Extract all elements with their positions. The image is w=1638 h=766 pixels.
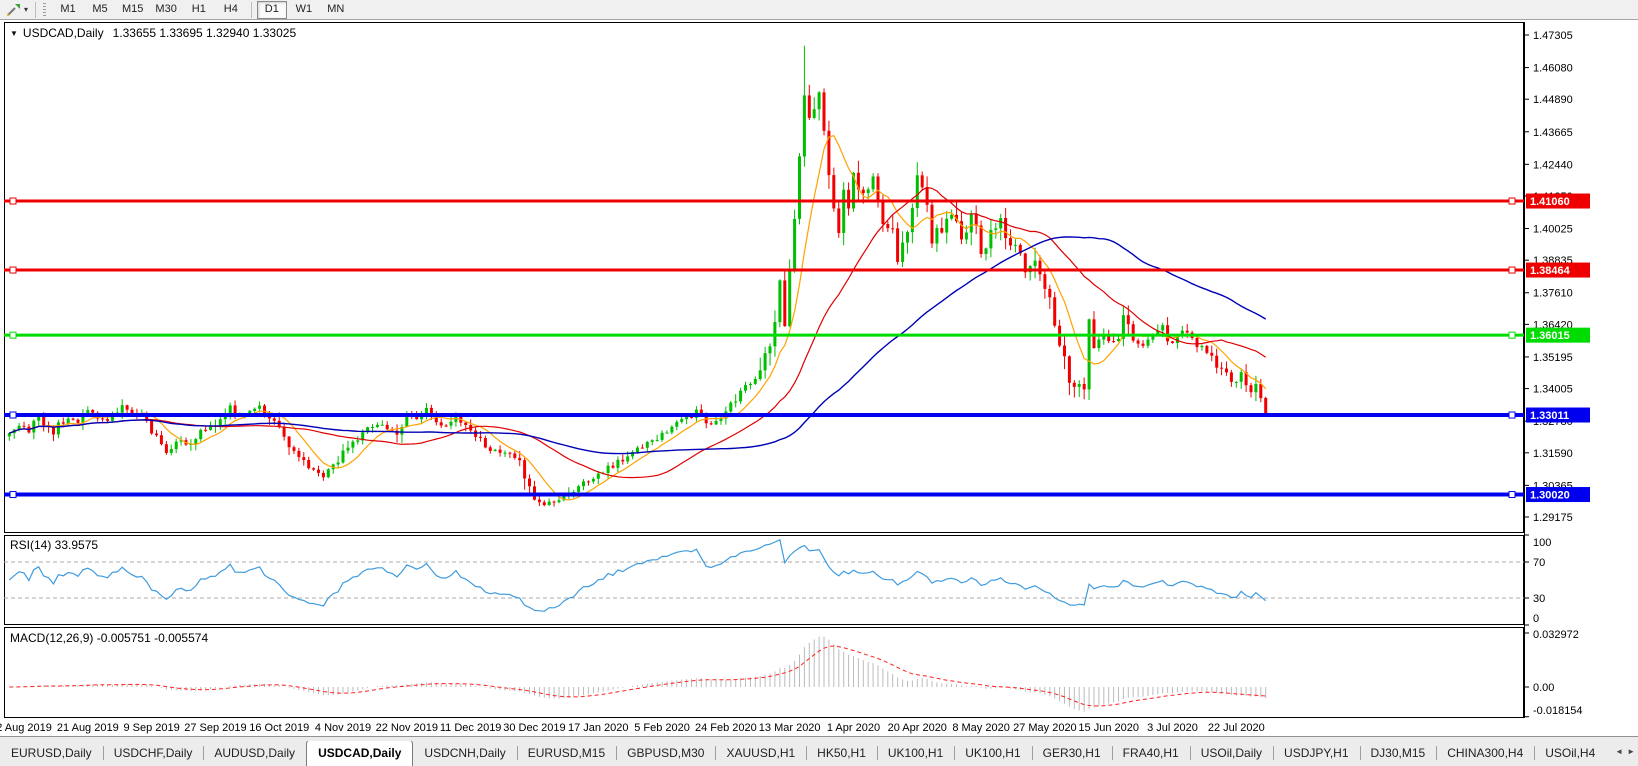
- chart-tab-china300-h4[interactable]: CHINA300,H4: [1436, 741, 1534, 766]
- svg-text:70: 70: [1533, 557, 1545, 569]
- svg-text:1.40025: 1.40025: [1533, 224, 1573, 236]
- chart-tab-usdcad-daily[interactable]: USDCAD,Daily: [306, 741, 414, 766]
- svg-text:30: 30: [1533, 593, 1545, 605]
- chart-tab-uk100-h1[interactable]: UK100,H1: [876, 741, 954, 766]
- svg-text:3 Jul 2020: 3 Jul 2020: [1147, 722, 1198, 734]
- svg-text:15 Jun 2020: 15 Jun 2020: [1078, 722, 1139, 734]
- svg-text:16 Oct 2019: 16 Oct 2019: [249, 722, 309, 734]
- chart-tab-ger30-h1[interactable]: GER30,H1: [1031, 741, 1112, 766]
- svg-text:1.44890: 1.44890: [1533, 94, 1573, 106]
- timeframe-button-m5[interactable]: M5: [85, 1, 115, 19]
- svg-text:0.00: 0.00: [1533, 682, 1554, 694]
- svg-text:1.46080: 1.46080: [1533, 63, 1573, 75]
- svg-text:100: 100: [1533, 537, 1551, 549]
- svg-text:1.36015: 1.36015: [1530, 330, 1570, 342]
- candles-layer: [7, 45, 1268, 507]
- chart-tab-uk100-h1[interactable]: UK100,H1: [954, 741, 1031, 766]
- chart-tab-xauusd-h1[interactable]: XAUUSD,H1: [715, 741, 806, 766]
- svg-text:1.42440: 1.42440: [1533, 159, 1573, 171]
- chart-title[interactable]: ▼ USDCAD,Daily 1.33655 1.33695 1.32940 1.3…: [10, 26, 296, 40]
- toolbar: ▾ M1 M5 M15 M30 H1 H4 D1 W1 MN: [0, 0, 1638, 20]
- macd-indicator-label: MACD(12,26,9) -0.005751 -0.005574: [10, 631, 209, 645]
- svg-text:22 Jul 2020: 22 Jul 2020: [1208, 722, 1265, 734]
- svg-text:1.30020: 1.30020: [1530, 490, 1570, 502]
- timeframe-button-m30[interactable]: M30: [150, 1, 181, 19]
- svg-text:22 Nov 2019: 22 Nov 2019: [376, 722, 438, 734]
- date-axis: 2 Aug 2019 21 Aug 2019 9 Sep 2019 27 Sep 20…: [0, 722, 1265, 734]
- chart-tab-hk50-h1[interactable]: HK50,H1: [806, 741, 877, 766]
- toolbar-grip[interactable]: [43, 2, 47, 17]
- chart-ohlc-readout: 1.33655 1.33695 1.32940 1.33025: [112, 26, 297, 40]
- tab-scroll-right-icon[interactable]: ►: [1627, 747, 1635, 757]
- toolbar-separator: [35, 1, 37, 18]
- timeframe-buttons: M1 M5 M15 M30 H1 H4 D1 W1 MN: [52, 0, 352, 19]
- svg-text:1.43665: 1.43665: [1533, 127, 1573, 139]
- chart-tabs: EURUSD,Daily USDCHF,Daily AUDUSD,Daily USDC…: [0, 741, 1600, 766]
- svg-text:20 Apr 2020: 20 Apr 2020: [888, 722, 947, 734]
- macd-signal-line: [9, 645, 1266, 707]
- chart-tab-bar: EURUSD,Daily USDCHF,Daily AUDUSD,Daily USDC…: [0, 736, 1638, 766]
- tab-scroll-arrows: ◄ ►: [1615, 747, 1635, 757]
- chart-area: 1.473051.460801.448901.436651.424401.412…: [0, 20, 1638, 736]
- svg-text:11 Dec 2019: 11 Dec 2019: [440, 722, 502, 734]
- ma-28-line: [9, 186, 1267, 479]
- chart-tab-eurusd-m15[interactable]: EURUSD,M15: [516, 741, 616, 766]
- svg-text:1.35195: 1.35195: [1533, 352, 1573, 364]
- svg-text:1 Apr 2020: 1 Apr 2020: [827, 722, 880, 734]
- price-axis: 1.473051.460801.448901.436651.424401.412…: [1524, 30, 1590, 718]
- timeframe-button-mn[interactable]: MN: [321, 1, 351, 19]
- svg-text:1.47305: 1.47305: [1533, 30, 1573, 42]
- svg-text:13 Mar 2020: 13 Mar 2020: [759, 722, 821, 734]
- tool-dropdown-caret[interactable]: ▾: [24, 5, 28, 14]
- svg-text:1.31590: 1.31590: [1533, 448, 1573, 460]
- chart-tab-eurusd-daily[interactable]: EURUSD,Daily: [0, 741, 103, 766]
- svg-text:27 Sep 2019: 27 Sep 2019: [184, 722, 246, 734]
- svg-text:21 Aug 2019: 21 Aug 2019: [57, 722, 119, 734]
- chart-tab-gbpusd-m30[interactable]: GBPUSD,M30: [616, 741, 715, 766]
- chart-tab-audusd-daily[interactable]: AUDUSD,Daily: [203, 741, 306, 766]
- tab-scroll-left-icon[interactable]: ◄: [1615, 747, 1623, 757]
- svg-text:0.032972: 0.032972: [1533, 629, 1579, 641]
- timeframe-button-w1[interactable]: W1: [289, 1, 319, 19]
- svg-text:1.38464: 1.38464: [1530, 265, 1571, 277]
- chart-draw-tool-icon[interactable]: [4, 2, 24, 18]
- timeframe-button-h1[interactable]: H1: [184, 1, 214, 19]
- chart-tab-dj30-m15[interactable]: DJ30,M15: [1359, 741, 1437, 766]
- svg-text:1.41060: 1.41060: [1530, 196, 1570, 208]
- svg-text:2 Aug 2019: 2 Aug 2019: [0, 722, 52, 734]
- svg-text:1.33011: 1.33011: [1530, 410, 1569, 422]
- svg-text:0: 0: [1533, 613, 1539, 625]
- chart-tab-usoil-h4[interactable]: USOil,H4: [1534, 741, 1600, 766]
- svg-text:8 May 2020: 8 May 2020: [952, 722, 1009, 734]
- svg-text:5 Feb 2020: 5 Feb 2020: [634, 722, 690, 734]
- timeframe-button-m15[interactable]: M15: [117, 1, 148, 19]
- chart-tab-usoil-daily[interactable]: USOil,Daily: [1189, 741, 1273, 766]
- svg-text:24 Feb 2020: 24 Feb 2020: [695, 722, 757, 734]
- timeframe-button-m1[interactable]: M1: [53, 1, 83, 19]
- svg-text:1.34005: 1.34005: [1533, 384, 1573, 396]
- svg-text:30 Dec 2019: 30 Dec 2019: [503, 722, 565, 734]
- svg-text:4 Nov 2019: 4 Nov 2019: [315, 722, 371, 734]
- rsi-indicator-label: RSI(14) 33.9575: [10, 538, 99, 552]
- macd-layer: [9, 636, 1267, 712]
- chart-symbol-period: USDCAD,Daily: [22, 26, 104, 40]
- ma-8-line: [9, 134, 1267, 501]
- chart-title-dropdown-icon[interactable]: ▼: [10, 29, 18, 38]
- svg-text:17 Jan 2020: 17 Jan 2020: [568, 722, 629, 734]
- svg-text:-0.018154: -0.018154: [1533, 705, 1583, 717]
- svg-text:1.29175: 1.29175: [1533, 512, 1573, 524]
- timeframe-button-d1[interactable]: D1: [256, 0, 287, 19]
- rsi-line: [8, 538, 1267, 612]
- chart-tab-usdchf-daily[interactable]: USDCHF,Daily: [102, 741, 204, 766]
- chart-tab-usdcnh-daily[interactable]: USDCNH,Daily: [413, 741, 516, 766]
- chart-canvas[interactable]: 1.473051.460801.448901.436651.424401.412…: [0, 20, 1638, 736]
- chart-tab-usdjpy-h1[interactable]: USDJPY,H1: [1273, 741, 1359, 766]
- chart-tab-fra40-h1[interactable]: FRA40,H1: [1111, 741, 1190, 766]
- svg-text:27 May 2020: 27 May 2020: [1013, 722, 1077, 734]
- svg-text:9 Sep 2019: 9 Sep 2019: [123, 722, 179, 734]
- timeframe-group-separator: [250, 1, 252, 18]
- svg-text:1.37610: 1.37610: [1533, 288, 1573, 300]
- timeframe-button-h4[interactable]: H4: [216, 1, 246, 19]
